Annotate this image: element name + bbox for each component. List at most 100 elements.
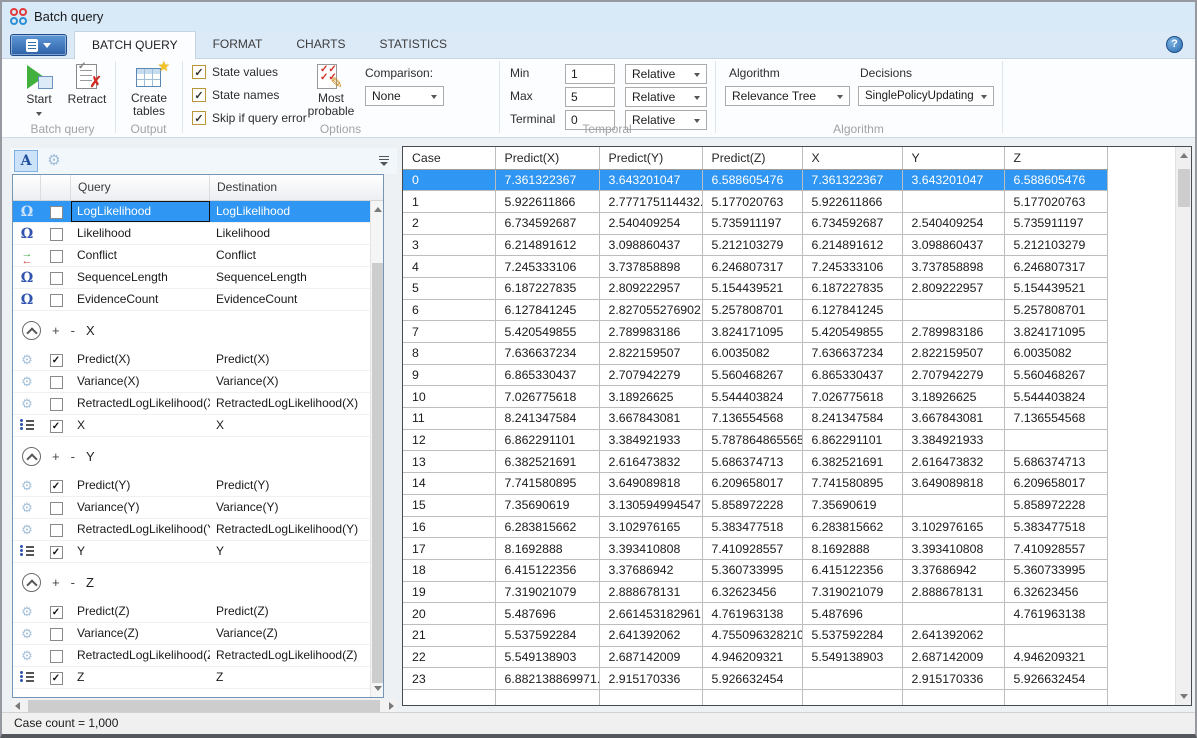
cell[interactable]: 6.187227835 — [495, 277, 599, 299]
cell[interactable]: 6.734592687 — [802, 212, 902, 234]
cell[interactable]: 3.098860437 — [902, 234, 1004, 256]
scroll-up-icon[interactable] — [1180, 153, 1188, 158]
option-checkbox-state-values[interactable]: ✓State values — [192, 65, 278, 79]
query-cell[interactable]: SequenceLength — [71, 267, 210, 288]
table-row[interactable]: 26.7345926872.5404092545.7359111976.7345… — [403, 212, 1107, 234]
cell[interactable]: 6.862291101 — [802, 429, 902, 451]
cell[interactable]: 3.384921933 — [902, 429, 1004, 451]
tab-statistics[interactable]: STATISTICS — [362, 31, 464, 59]
query-cell[interactable]: Variance(X) — [71, 371, 210, 392]
table-row[interactable]: 178.16928883.3934108087.4109285578.16928… — [403, 538, 1107, 560]
query-cell[interactable]: RetractedLogLikelihood(X) — [71, 393, 210, 414]
cell[interactable]: 8.1692888 — [802, 538, 902, 560]
query-row[interactable]: ⚙RetractedLogLikelihood(Y)RetractedLogLi… — [13, 519, 370, 541]
checkbox-icon[interactable]: ✓ — [192, 88, 206, 102]
table-row[interactable]: 215.5375922842.6413920624.755096328210..… — [403, 624, 1107, 646]
destination-column-header[interactable]: Destination — [210, 175, 383, 200]
cell[interactable] — [802, 690, 902, 707]
cell[interactable] — [1004, 429, 1107, 451]
cell[interactable]: 3.824171095 — [702, 321, 802, 343]
cell[interactable]: 2.915170336 — [599, 668, 702, 690]
cell[interactable]: 7.35690619 — [495, 494, 599, 516]
cell[interactable]: 2.809222957 — [599, 277, 702, 299]
query-row[interactable]: ✓YY — [13, 541, 370, 563]
collapse-panel-icon[interactable] — [378, 156, 390, 167]
cell[interactable]: 6.214891612 — [802, 234, 902, 256]
row-checkbox[interactable]: ✓ — [50, 606, 63, 619]
cell[interactable]: 5.787864865565... — [702, 429, 802, 451]
cell[interactable]: 6.32623456 — [1004, 581, 1107, 603]
row-checkbox[interactable]: ✓ — [50, 480, 63, 493]
destination-cell[interactable]: SequenceLength — [210, 267, 370, 288]
query-row[interactable]: ⚙✓Predict(Z)Predict(Z) — [13, 601, 370, 623]
cell[interactable]: 7.026775618 — [802, 386, 902, 408]
cell[interactable]: 2.707942279 — [902, 364, 1004, 386]
cell[interactable]: 5.858972228 — [702, 494, 802, 516]
cell[interactable]: 4 — [403, 256, 495, 278]
destination-cell[interactable]: Likelihood — [210, 223, 370, 244]
scroll-left-icon[interactable] — [15, 702, 20, 710]
cell[interactable]: 5.926632454 — [1004, 668, 1107, 690]
add-query-button[interactable]: + — [52, 575, 60, 590]
cell[interactable]: 19 — [403, 581, 495, 603]
cell[interactable]: 5.549138903 — [802, 646, 902, 668]
cell[interactable]: 7.741580895 — [802, 473, 902, 495]
query-row[interactable]: ⚙Variance(Z)Variance(Z) — [13, 623, 370, 645]
cell[interactable]: 5.487696 — [802, 603, 902, 625]
gear-icon[interactable]: ⚙ — [43, 151, 65, 171]
query-row[interactable]: ⚙Variance(X)Variance(X) — [13, 371, 370, 393]
cell[interactable]: 5.383477518 — [702, 516, 802, 538]
scrollbar-thumb[interactable] — [372, 263, 383, 683]
cell[interactable] — [802, 668, 902, 690]
cell[interactable]: 2.822159507 — [599, 343, 702, 365]
query-row[interactable]: ⚙Variance(Y)Variance(Y) — [13, 497, 370, 519]
cell[interactable]: 6.415122356 — [802, 559, 902, 581]
table-row[interactable]: 205.4876962.661453182961...4.7619631385.… — [403, 603, 1107, 625]
cell[interactable]: 5.212103279 — [1004, 234, 1107, 256]
cell[interactable]: 6.382521691 — [802, 451, 902, 473]
column-header-case[interactable]: Case — [403, 147, 495, 169]
destination-cell[interactable]: Z — [210, 667, 370, 688]
decisions-select[interactable]: SinglePolicyUpdating — [858, 86, 994, 106]
destination-cell[interactable]: RetractedLogLikelihood(Z) — [210, 645, 370, 666]
cell[interactable] — [1004, 624, 1107, 646]
query-cell[interactable]: Predict(Z) — [71, 601, 210, 622]
cell[interactable]: 18 — [403, 559, 495, 581]
cell[interactable]: 2.687142009 — [902, 646, 1004, 668]
scroll-right-icon[interactable] — [389, 702, 394, 710]
cell[interactable]: 6.382521691 — [495, 451, 599, 473]
query-row[interactable]: ΩLogLikelihoodLogLikelihood — [13, 201, 370, 223]
add-query-button[interactable]: + — [52, 449, 60, 464]
query-cell[interactable]: X — [71, 415, 210, 436]
checkbox-icon[interactable]: ✓ — [192, 65, 206, 79]
cell[interactable]: 3.098860437 — [599, 234, 702, 256]
cell[interactable] — [902, 690, 1004, 707]
cell[interactable]: 4.755096328210... — [702, 624, 802, 646]
cell[interactable]: 5.383477518 — [1004, 516, 1107, 538]
row-checkbox[interactable]: ✓ — [50, 354, 63, 367]
cell[interactable] — [599, 690, 702, 707]
cell[interactable]: 6.415122356 — [495, 559, 599, 581]
cell[interactable]: 5.686374713 — [1004, 451, 1107, 473]
cell[interactable]: 14 — [403, 473, 495, 495]
cell[interactable]: 6.127841245 — [495, 299, 599, 321]
tab-batch-query[interactable]: BATCH QUERY — [74, 31, 196, 59]
cell[interactable]: 6.865330437 — [802, 364, 902, 386]
scrollbar-thumb[interactable] — [28, 700, 380, 712]
algorithm-select[interactable]: Relevance Tree — [725, 86, 850, 106]
table-row[interactable]: 147.7415808953.6490898186.2096580177.741… — [403, 473, 1107, 495]
query-column-header[interactable]: Query — [71, 175, 210, 200]
table-row[interactable]: 236.882138869971...2.9151703365.92663245… — [403, 668, 1107, 690]
cell[interactable]: 2.540409254 — [902, 212, 1004, 234]
query-row[interactable]: ΩSequenceLengthSequenceLength — [13, 267, 370, 289]
cell[interactable]: 2.822159507 — [902, 343, 1004, 365]
cell[interactable]: 7.245333106 — [495, 256, 599, 278]
cell[interactable]: 5.154439521 — [702, 277, 802, 299]
cell[interactable]: 5.177020763 — [702, 191, 802, 213]
table-row[interactable] — [403, 690, 1107, 707]
most-probable-button[interactable]: ✓✓ ✓✓ ✎ Most probable — [305, 62, 357, 122]
column-header-z[interactable]: Z — [1004, 147, 1107, 169]
cell[interactable]: 5.858972228 — [1004, 494, 1107, 516]
tab-format[interactable]: FORMAT — [196, 31, 280, 59]
cell[interactable]: 8.1692888 — [495, 538, 599, 560]
